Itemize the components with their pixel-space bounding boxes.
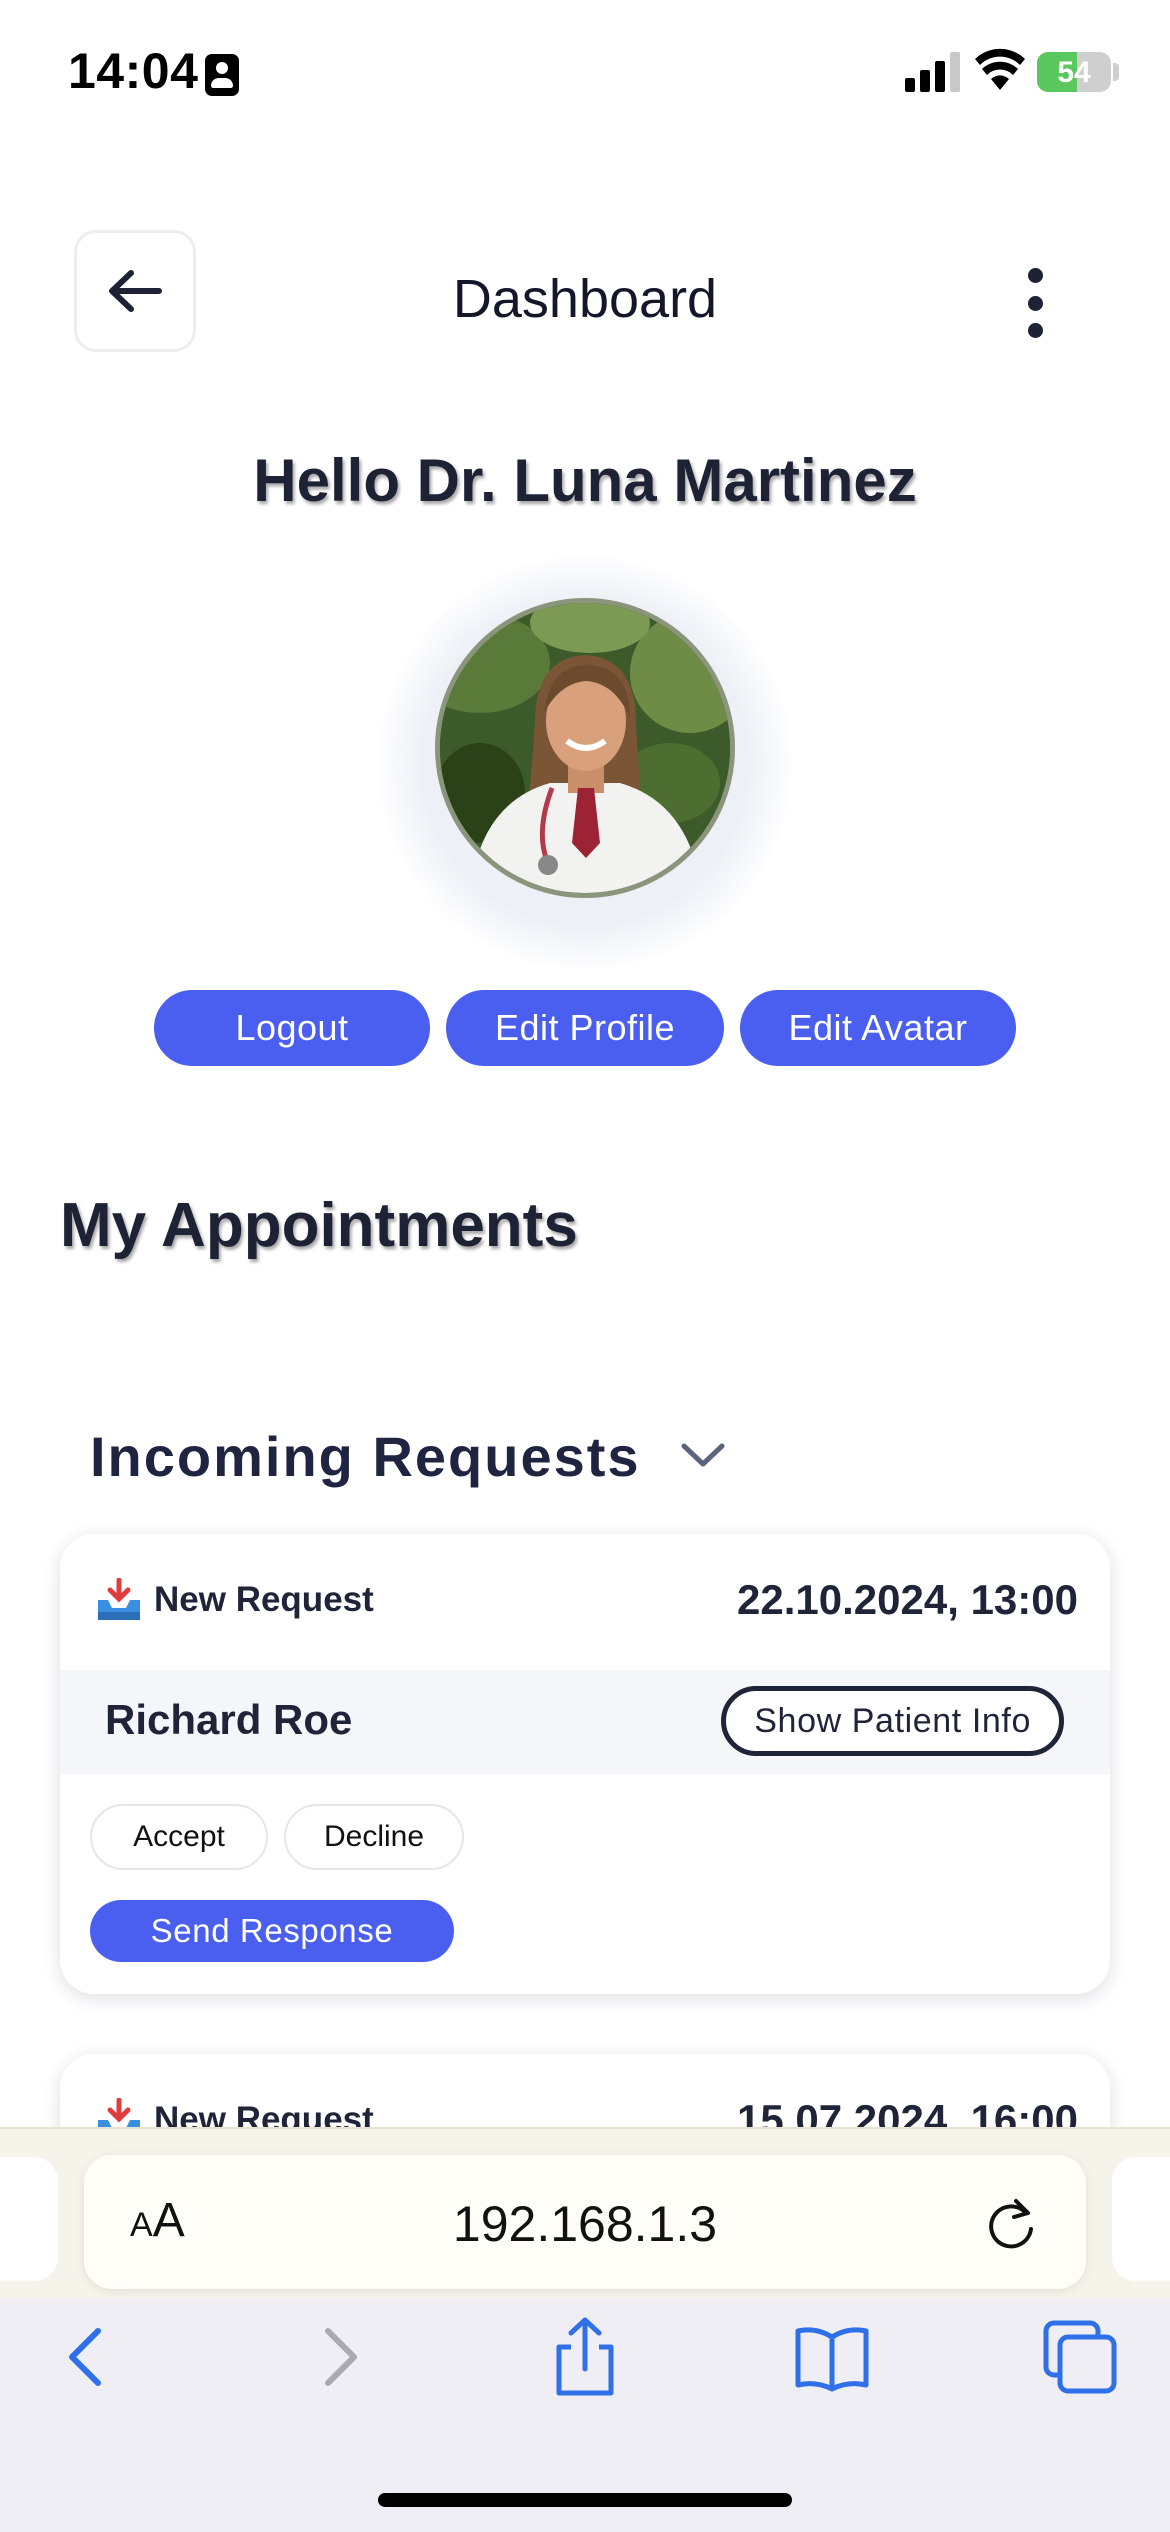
person-badge-icon <box>205 54 239 96</box>
back-icon[interactable] <box>46 2317 126 2397</box>
appointments-title: My Appointments <box>60 1191 578 1260</box>
request-card-header: New Request 22.10.2024, 13:00 <box>60 1534 1110 1670</box>
show-patient-info-button[interactable]: Show Patient Info <box>721 1686 1064 1756</box>
doctor-portrait-image <box>440 603 730 893</box>
browser-nav-row <box>0 2317 1170 2437</box>
bookmarks-icon[interactable] <box>792 2317 872 2397</box>
battery-charging-icon: 54 <box>1037 52 1111 92</box>
incoming-requests-title[interactable]: Incoming Requests <box>90 1424 641 1489</box>
chevron-down-icon[interactable] <box>678 1436 728 1476</box>
cellular-signal-icon <box>905 50 961 92</box>
patient-row: Richard Roe Show Patient Info <box>60 1670 1110 1774</box>
tabs-icon[interactable] <box>1040 2317 1120 2397</box>
inbox-tray-icon <box>98 1578 140 1620</box>
status-time: 14:04 <box>68 43 199 99</box>
edit-profile-button[interactable]: Edit Profile <box>446 990 724 1066</box>
more-vertical-icon[interactable] <box>1010 268 1060 338</box>
page-title: Dashboard <box>452 269 718 329</box>
address-bar[interactable]: AA 192.168.1.3 <box>84 2155 1086 2289</box>
battery-tip <box>1113 63 1119 81</box>
request-datetime: 22.10.2024, 13:00 <box>737 1576 1078 1623</box>
address-bar-area: AA 192.168.1.3 <box>0 2129 1170 2299</box>
status-bar: 14:04 54 <box>0 0 1170 150</box>
edit-avatar-button[interactable]: Edit Avatar <box>740 990 1016 1066</box>
greeting-heading: Hello Dr. Luna Martinez <box>253 447 917 514</box>
next-tab-preview[interactable] <box>1112 2157 1170 2281</box>
patient-name: Richard Roe <box>105 1696 353 1743</box>
request-card: New Request 22.10.2024, 13:00 Richard Ro… <box>60 1534 1110 1994</box>
logout-button[interactable]: Logout <box>154 990 430 1066</box>
wifi-icon <box>975 48 1025 90</box>
forward-icon[interactable] <box>300 2317 380 2397</box>
send-response-button[interactable]: Send Response <box>90 1900 454 1962</box>
decline-option[interactable]: Decline <box>284 1804 464 1870</box>
previous-tab-preview[interactable] <box>0 2157 58 2281</box>
home-indicator <box>378 2493 792 2507</box>
request-type-label: New Request <box>154 1580 374 1619</box>
reload-icon[interactable] <box>982 2195 1040 2253</box>
url-text[interactable]: 192.168.1.3 <box>84 2195 1086 2253</box>
battery-percent: 54 <box>1057 56 1091 89</box>
share-icon[interactable] <box>545 2317 625 2397</box>
accept-option[interactable]: Accept <box>90 1804 268 1870</box>
browser-toolbar: AA 192.168.1.3 <box>0 2127 1170 2532</box>
avatar <box>435 598 735 898</box>
